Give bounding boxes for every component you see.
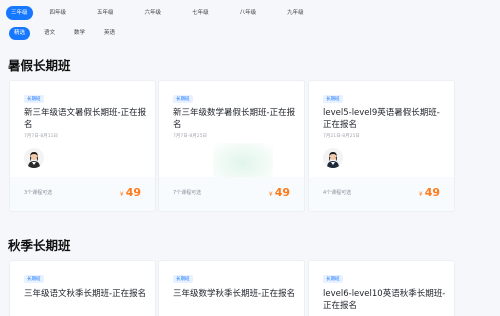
course-card[interactable]: 长期班 level6-level10英语秋季长期班-正在报名 [308,260,455,316]
currency-symbol: ¥ [418,191,423,198]
course-count: 7个课程可选 [173,190,202,196]
grade-tab-5[interactable]: 五年级 [92,6,119,20]
course-date: 7月7日-8月11日 [24,134,58,139]
teacher-avatar [24,148,44,168]
course-price: ¥49 [419,181,440,200]
subject-tab-math[interactable]: 数学 [69,27,90,40]
course-card[interactable]: 长期班 新三年级数学暑假长期班-正在报名 7月7日-8月25日 7个课程可选 ¥… [158,80,305,212]
course-type-badge: 长期班 [173,275,193,283]
course-title[interactable]: level6-level10英语秋季长期班-正在报名 [323,288,447,312]
course-price: ¥49 [269,181,290,200]
course-card[interactable]: 长期班 三年级语文秋季长期班-正在报名 [9,260,156,316]
course-title[interactable]: level5-level9英语暑假长期班-正在报名 [323,107,447,131]
course-card[interactable]: 长期班 新三年级语文暑假长期班-正在报名 7月7日-8月11日 3个课程可选 ¥… [9,80,156,212]
course-card[interactable]: 长期班 level5-level9英语暑假长期班-正在报名 7月21日-8月25… [308,80,455,212]
course-type-badge: 长期班 [24,95,44,103]
course-card[interactable]: 长期班 三年级数学秋季长期班-正在报名 [158,260,305,316]
grade-tab-9[interactable]: 九年级 [282,6,309,20]
currency-symbol: ¥ [268,191,273,198]
teacher-avatar [323,148,343,168]
subject-tab-english[interactable]: 英语 [99,27,120,40]
grade-tab-4[interactable]: 四年级 [45,6,72,20]
course-price: ¥49 [120,181,141,200]
course-title[interactable]: 三年级语文秋季长期班-正在报名 [24,288,148,300]
course-type-badge: 长期班 [323,95,343,103]
course-count: 4个课程可选 [323,190,352,196]
course-type-badge: 长期班 [173,95,193,103]
course-title[interactable]: 三年级数学秋季长期班-正在报名 [173,288,297,300]
subject-filter: 精选 语文 数学 英语 [9,26,129,40]
course-type-badge: 长期班 [24,275,44,283]
subject-tab-chinese[interactable]: 语文 [39,27,60,40]
course-title[interactable]: 新三年级语文暑假长期班-正在报名 [24,107,148,131]
grade-tab-3[interactable]: 三年级 [6,6,33,20]
grade-tab-7[interactable]: 七年级 [187,6,214,20]
course-type-badge: 长期班 [323,275,343,283]
section-title-autumn: 秋季长期班 [8,238,71,253]
subject-tab-featured[interactable]: 精选 [9,26,31,40]
course-count: 3个课程可选 [24,190,53,196]
price-value: 49 [125,186,141,199]
currency-symbol: ¥ [119,191,124,198]
section-title-summer: 暑假长期班 [8,58,71,73]
course-date: 7月7日-8月25日 [173,134,207,139]
course-title[interactable]: 新三年级数学暑假长期班-正在报名 [173,107,297,131]
grade-filter: 三年级 四年级 五年级 六年级 七年级 八年级 九年级 [6,5,330,21]
grade-tab-8[interactable]: 八年级 [235,6,262,20]
grade-tab-6[interactable]: 六年级 [140,6,167,20]
price-value: 49 [274,186,290,199]
course-date: 7月21日-8月25日 [323,134,360,139]
price-value: 49 [424,186,440,199]
